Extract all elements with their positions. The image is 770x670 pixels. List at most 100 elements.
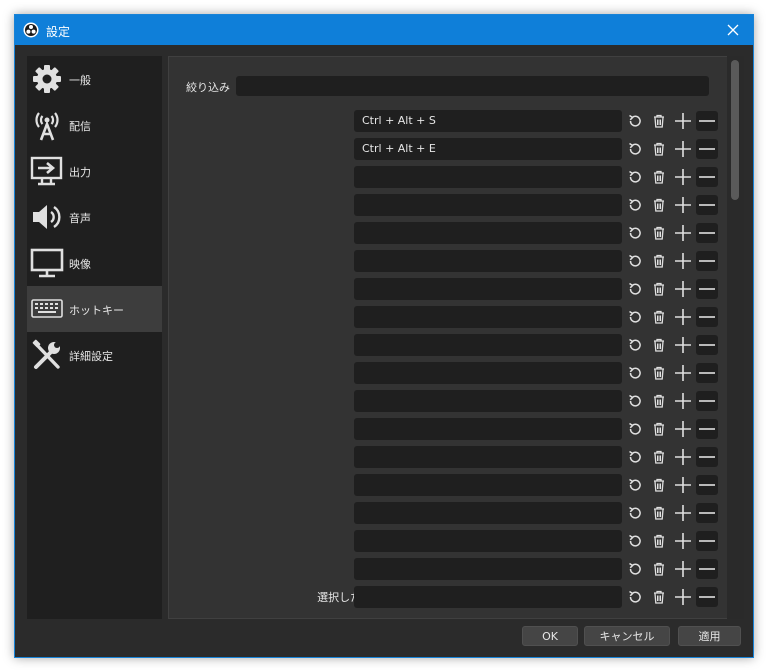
hotkey-input[interactable] (354, 558, 622, 580)
vertical-scrollbar[interactable] (727, 56, 744, 619)
revert-button[interactable] (625, 335, 645, 355)
add-binding-button[interactable] (673, 335, 693, 355)
revert-button[interactable] (625, 167, 645, 187)
remove-binding-button[interactable] (696, 279, 718, 299)
add-binding-button[interactable] (673, 139, 693, 159)
remove-binding-button[interactable] (696, 335, 718, 355)
clear-button[interactable] (649, 279, 669, 299)
clear-button[interactable] (649, 447, 669, 467)
clear-button[interactable] (649, 307, 669, 327)
remove-binding-button[interactable] (696, 391, 718, 411)
clear-button[interactable] (649, 419, 669, 439)
sidebar-item-audio[interactable]: 音声 (27, 194, 162, 240)
hotkey-input[interactable] (354, 278, 622, 300)
sidebar-item-advanced[interactable]: 詳細設定 (27, 332, 162, 378)
close-button[interactable] (713, 15, 753, 45)
add-binding-button[interactable] (673, 503, 693, 523)
ok-button[interactable]: OK (522, 626, 578, 646)
clear-button[interactable] (649, 503, 669, 523)
add-binding-button[interactable] (673, 251, 693, 271)
clear-button[interactable] (649, 195, 669, 215)
remove-binding-button[interactable] (696, 587, 718, 607)
add-binding-button[interactable] (673, 167, 693, 187)
remove-binding-button[interactable] (696, 531, 718, 551)
add-binding-button[interactable] (673, 475, 693, 495)
filter-input[interactable] (236, 76, 709, 96)
sidebar-item-hotkeys[interactable]: ホットキー (27, 286, 162, 332)
add-binding-button[interactable] (673, 447, 693, 467)
clear-button[interactable] (649, 363, 669, 383)
hotkey-input[interactable] (354, 362, 622, 384)
add-binding-button[interactable] (673, 279, 693, 299)
hotkey-input[interactable] (354, 222, 622, 244)
revert-button[interactable] (625, 587, 645, 607)
revert-button[interactable] (625, 559, 645, 579)
scrollbar-thumb[interactable] (731, 60, 739, 200)
add-binding-button[interactable] (673, 195, 693, 215)
revert-button[interactable] (625, 223, 645, 243)
clear-button[interactable] (649, 531, 669, 551)
remove-binding-button[interactable] (696, 363, 718, 383)
revert-button[interactable] (625, 363, 645, 383)
add-binding-button[interactable] (673, 531, 693, 551)
hotkey-input[interactable] (354, 306, 622, 328)
clear-button[interactable] (649, 223, 669, 243)
revert-button[interactable] (625, 391, 645, 411)
clear-button[interactable] (649, 335, 669, 355)
sidebar-item-video[interactable]: 映像 (27, 240, 162, 286)
hotkey-input[interactable] (354, 250, 622, 272)
sidebar-item-output[interactable]: 出力 (27, 148, 162, 194)
add-binding-button[interactable] (673, 111, 693, 131)
revert-button[interactable] (625, 139, 645, 159)
remove-binding-button[interactable] (696, 419, 718, 439)
remove-binding-button[interactable] (696, 111, 718, 131)
remove-binding-button[interactable] (696, 447, 718, 467)
revert-button[interactable] (625, 475, 645, 495)
clear-button[interactable] (649, 167, 669, 187)
add-binding-button[interactable] (673, 307, 693, 327)
add-binding-button[interactable] (673, 223, 693, 243)
remove-binding-button[interactable] (696, 195, 718, 215)
revert-button[interactable] (625, 531, 645, 551)
remove-binding-button[interactable] (696, 223, 718, 243)
revert-button[interactable] (625, 307, 645, 327)
sidebar-item-general[interactable]: 一般 (27, 56, 162, 102)
hotkey-input[interactable] (354, 502, 622, 524)
sidebar-item-stream[interactable]: 配信 (27, 102, 162, 148)
add-binding-button[interactable] (673, 587, 693, 607)
apply-button[interactable]: 適用 (678, 626, 741, 646)
revert-button[interactable] (625, 447, 645, 467)
revert-button[interactable] (625, 419, 645, 439)
hotkey-input[interactable] (354, 194, 622, 216)
remove-binding-button[interactable] (696, 503, 718, 523)
clear-button[interactable] (649, 391, 669, 411)
revert-button[interactable] (625, 111, 645, 131)
clear-button[interactable] (649, 251, 669, 271)
clear-button[interactable] (649, 587, 669, 607)
revert-button[interactable] (625, 251, 645, 271)
clear-button[interactable] (649, 111, 669, 131)
hotkey-input[interactable] (354, 166, 622, 188)
add-binding-button[interactable] (673, 363, 693, 383)
revert-button[interactable] (625, 279, 645, 299)
cancel-button[interactable]: キャンセル (584, 626, 670, 646)
hotkey-input[interactable] (354, 334, 622, 356)
remove-binding-button[interactable] (696, 251, 718, 271)
hotkey-input[interactable] (354, 530, 622, 552)
clear-button[interactable] (649, 139, 669, 159)
add-binding-button[interactable] (673, 391, 693, 411)
remove-binding-button[interactable] (696, 139, 718, 159)
clear-button[interactable] (649, 475, 669, 495)
clear-button[interactable] (649, 559, 669, 579)
hotkey-input[interactable]: Ctrl + Alt + E (354, 138, 622, 160)
hotkey-input[interactable] (354, 474, 622, 496)
hotkey-input[interactable]: Ctrl + Alt + S (354, 110, 622, 132)
remove-binding-button[interactable] (696, 307, 718, 327)
revert-button[interactable] (625, 195, 645, 215)
title-bar[interactable]: 設定 (15, 15, 753, 45)
add-binding-button[interactable] (673, 559, 693, 579)
revert-button[interactable] (625, 503, 645, 523)
hotkey-input[interactable] (354, 586, 622, 608)
remove-binding-button[interactable] (696, 167, 718, 187)
hotkey-input[interactable] (354, 390, 622, 412)
